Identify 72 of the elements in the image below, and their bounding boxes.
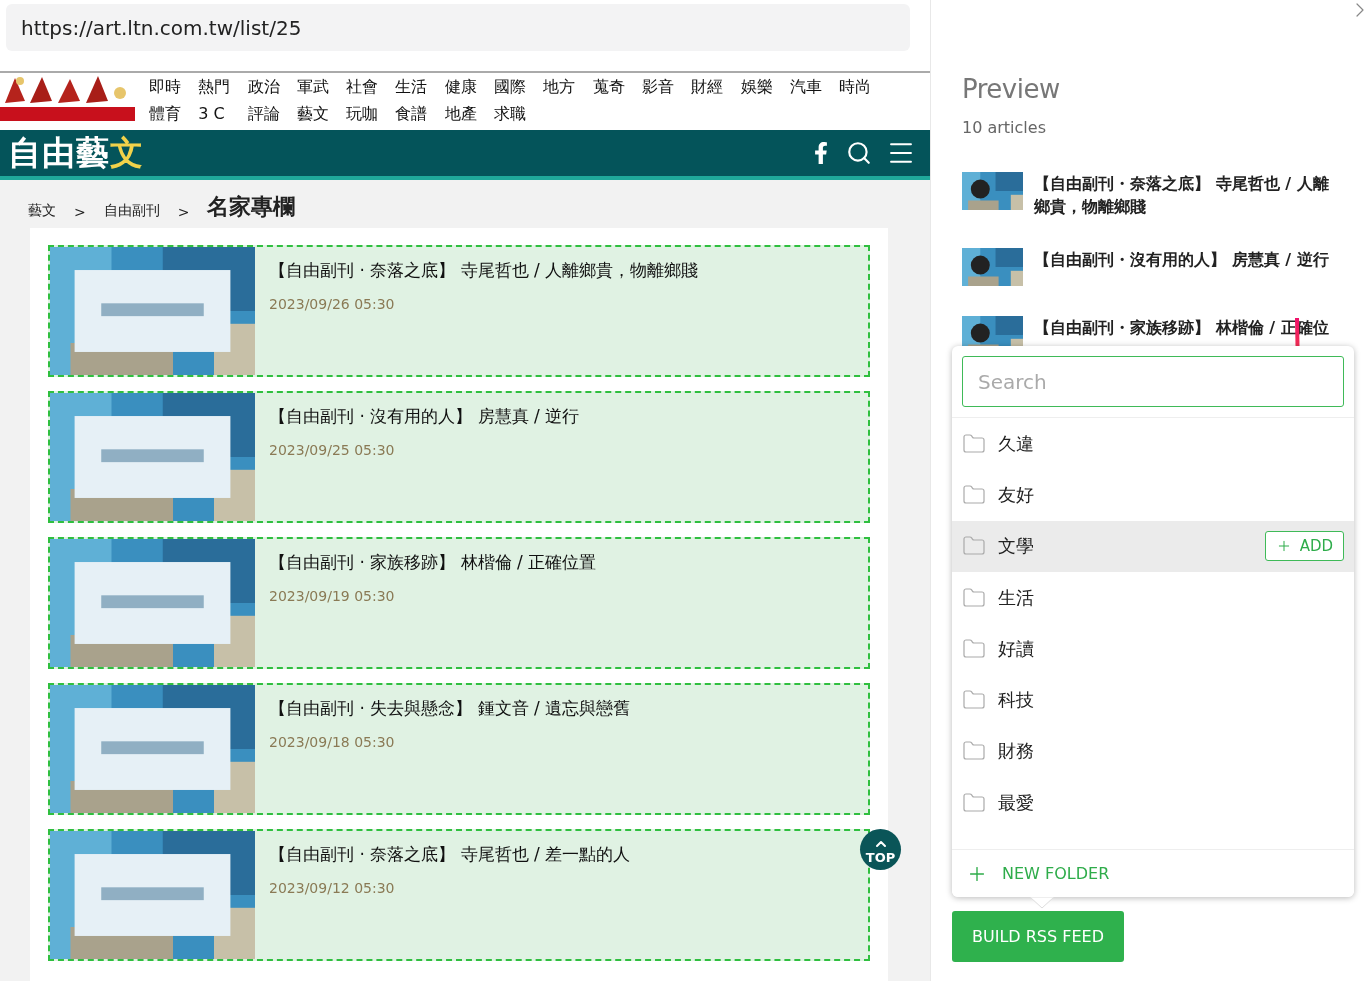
- article-date: 2023/09/19 05:30: [269, 588, 396, 604]
- article-date: 2023/09/12 05:30: [269, 880, 396, 896]
- search-icon[interactable]: [846, 140, 872, 166]
- nav-link[interactable]: 評論: [247, 102, 297, 125]
- nav-link[interactable]: 影音: [641, 75, 692, 98]
- breadcrumb-link[interactable]: 藝文: [28, 202, 56, 222]
- folder-name: 久違: [998, 431, 1034, 456]
- nav-link[interactable]: 即時: [149, 75, 199, 98]
- nav-link[interactable]: 熱門: [198, 75, 248, 98]
- nav-link[interactable]: 時尚: [839, 75, 889, 98]
- page-title: 名家專欄: [207, 193, 296, 221]
- breadcrumb-separator: >: [177, 204, 190, 222]
- article-title[interactable]: 【自由副刊 · 家族移跡】 林楷倫 / 正確位置: [269, 551, 597, 574]
- folder-item[interactable]: 最愛: [952, 777, 1354, 829]
- article-title[interactable]: 【自由副刊 · 奈落之底】 寺尾哲也 / 差一點的人: [269, 843, 631, 866]
- folder-item[interactable]: 財務: [952, 725, 1354, 778]
- article-title[interactable]: 【自由副刊 · 失去與懸念】 鍾文音 / 遺忘與戀舊: [269, 697, 631, 720]
- nav-link[interactable]: 社會: [346, 75, 396, 98]
- nav-link[interactable]: 軍武: [296, 75, 347, 98]
- folder-icon: [962, 431, 986, 456]
- article-title[interactable]: 【自由副刊 · 奈落之底】 寺尾哲也 / 人離鄉貴，物離鄉賤: [269, 259, 699, 282]
- folder-name: 友好: [998, 482, 1034, 507]
- article-item[interactable]: 【自由副刊 · 奈落之底】 寺尾哲也 / 人離鄉貴，物離鄉賤 2023/09/26 05:30: [48, 245, 870, 377]
- nav-link[interactable]: 政治: [247, 75, 297, 98]
- folder-icon: [962, 585, 986, 610]
- folder-item[interactable]: 久違: [952, 418, 1354, 470]
- folder-icon: [962, 790, 986, 815]
- article-title[interactable]: 【自由副刊 · 沒有用的人】 房慧真 / 逆行: [269, 405, 580, 428]
- article-date: 2023/09/25 05:30: [269, 442, 396, 458]
- search-field[interactable]: Search: [962, 356, 1344, 407]
- folder-icon: [962, 636, 986, 661]
- article-item[interactable]: 【自由副刊 · 失去與懸念】 鍾文音 / 遺忘與戀舊 2023/09/18 05:30: [48, 683, 870, 815]
- article-date: 2023/09/18 05:30: [269, 734, 396, 750]
- folder-item[interactable]: 友好: [952, 469, 1354, 521]
- nav-link[interactable]: 體育: [149, 102, 199, 125]
- nav-link[interactable]: 蒐奇: [592, 75, 642, 98]
- folder-item[interactable]: 好讀: [952, 623, 1354, 675]
- article-count: 10 articles: [962, 118, 1047, 137]
- article-item[interactable]: 【自由副刊 · 家族移跡】 林楷倫 / 正確位置 2023/09/19 05:30: [48, 537, 870, 669]
- nav-link[interactable]: 地產: [444, 102, 495, 125]
- folder-item[interactable]: 科技: [952, 674, 1354, 726]
- nav-link[interactable]: 國際: [494, 75, 544, 98]
- site-logo[interactable]: 自由藝文: [8, 130, 144, 176]
- article-item[interactable]: 【自由副刊 · 沒有用的人】 房慧真 / 逆行 2023/09/25 05:30: [48, 391, 870, 523]
- preview-article-title: 【自由副刊・奈落之底】 寺尾哲也 / 人離鄉貴，物離鄉賤: [1034, 173, 1330, 218]
- folder-icon: [962, 482, 986, 507]
- nav-link[interactable]: 汽車: [789, 75, 840, 98]
- popover-pointer: [1030, 897, 1054, 909]
- breadcrumb-separator: >: [74, 204, 86, 222]
- breadcrumb-link[interactable]: 自由副刊: [103, 202, 160, 222]
- folder-name: 生活: [998, 585, 1034, 610]
- folder-name: 科技: [998, 688, 1034, 713]
- nav-link[interactable]: 健康: [444, 75, 495, 98]
- article-date: 2023/09/26 05:30: [269, 296, 396, 312]
- folder-name: 好讀: [998, 636, 1034, 661]
- nav-link[interactable]: 地方: [543, 75, 593, 98]
- nav-link[interactable]: 玩咖: [346, 102, 396, 125]
- preview-article-title: 【自由副刊・沒有用的人】 房慧真 / 逆行: [1034, 249, 1330, 271]
- folder-item[interactable]: 文學 ADD: [952, 520, 1354, 572]
- folder-item[interactable]: 生活: [952, 571, 1354, 624]
- folder-name: 最愛: [998, 790, 1034, 815]
- address-bar[interactable]: https://art.ltn.com.tw/list/25: [6, 4, 910, 51]
- nav-link[interactable]: 財經: [691, 75, 741, 98]
- nav-link[interactable]: 藝文: [296, 102, 347, 125]
- folder-name: 財務: [998, 739, 1034, 764]
- nav-link[interactable]: 娛樂: [740, 75, 790, 98]
- nav-link[interactable]: 求職: [494, 102, 544, 125]
- preview-title: Preview: [962, 74, 1061, 104]
- nav-link[interactable]: 食譜: [395, 102, 445, 125]
- nav-link[interactable]: 3 C: [198, 102, 248, 125]
- nav-link[interactable]: 生活: [395, 75, 445, 98]
- folder-name: 文學: [998, 534, 1034, 559]
